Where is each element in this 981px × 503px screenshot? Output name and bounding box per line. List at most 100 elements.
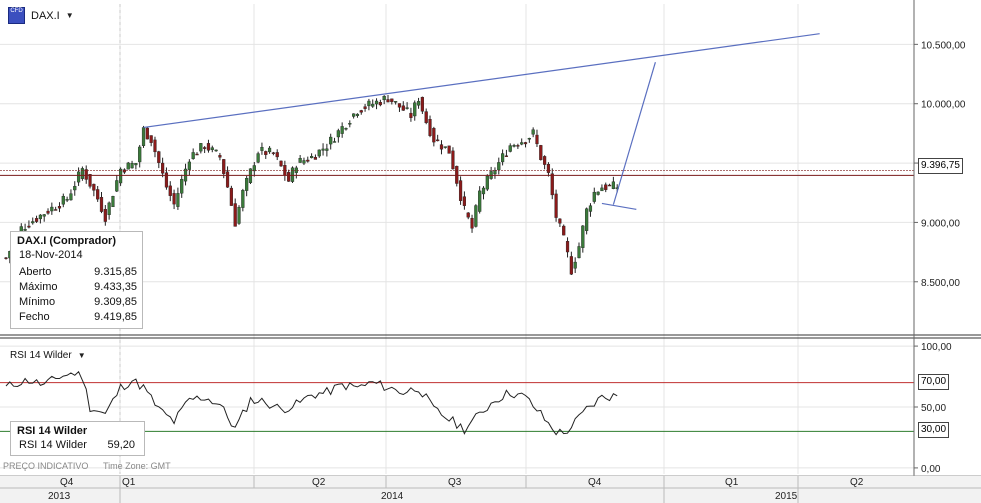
indicator-header[interactable]: RSI 14 Wilder ▼ [10,350,86,361]
candle-down [607,184,612,187]
candle-up [111,196,115,208]
candle-up [69,193,73,201]
tooltip-row: Aberto 9.315,85 [17,264,137,279]
candle-up [126,162,130,170]
candle-up [73,186,77,191]
y-tick-label: 10.000,00 [921,100,966,111]
candle-up [141,127,146,146]
candle-down [306,159,310,162]
x-tick-label-quarter: Q1 [725,477,739,488]
x-tick-label-quarter: Q2 [312,477,326,488]
candle-down [157,151,161,163]
symbol-name: DAX.I [31,9,60,22]
candle-up [340,126,344,134]
candle-up [573,261,577,269]
candle-down [195,153,199,156]
candle-down [504,155,509,157]
chevron-down-icon[interactable]: ▼ [78,351,86,360]
tooltip-title: DAX.I (Comprador) [17,235,116,247]
tooltip-row-value: 9.433,35 [94,281,137,293]
tooltip-row-value: 9.309,85 [94,296,137,308]
candle-up [512,145,516,147]
candle-down [558,218,562,224]
candle-up [394,101,398,103]
candle-down [168,185,172,196]
tooltip-row: Mínimo 9.309,85 [17,294,137,309]
candle-down [546,164,551,173]
candle-down [401,105,405,111]
timezone-label: Time Zone: GMT [103,461,171,471]
candle-up [374,100,379,105]
candle-up [600,187,604,192]
candle-down [378,102,382,106]
candle-up [588,205,593,212]
candle-down [424,111,428,123]
candle-up [581,225,585,248]
trendline [601,202,637,210]
candle-down [149,135,153,143]
trendlines [143,33,820,210]
candle-up [611,181,615,189]
candle-up [180,179,184,194]
trendline [143,33,820,129]
candle-down [466,212,470,218]
x-tick-label-quarter: Q1 [122,477,136,488]
candle-up [138,146,142,163]
candle-down [54,209,58,211]
rsi-tooltip-row: RSI 14 Wilder 59,20 [17,439,139,451]
x-tick-label-quarter: Q4 [60,477,74,488]
candle-up [237,206,241,224]
candle-down [397,103,402,108]
rsi-tooltip-value: 59,20 [107,439,135,451]
tooltip-row-label: Aberto [19,266,52,278]
chevron-down-icon[interactable]: ▼ [66,11,74,20]
candle-down [462,196,466,206]
candle-up [191,152,195,159]
candle-down [565,241,570,253]
candle-up [241,190,245,208]
candle-down [206,143,211,151]
candle-down [516,145,520,147]
rsi-tooltip: RSI 14 Wilder RSI 14 Wilder 59,20 [10,421,145,456]
candle-down [153,139,157,153]
candle-down [96,189,100,200]
candle-up [302,160,306,164]
candle-up [371,103,375,107]
candle-up [501,153,505,163]
candle-down [439,144,444,150]
candle-up [80,168,84,179]
candle-down [458,180,463,201]
candle-down [523,142,528,145]
symbol-header[interactable]: CFD DAX.I ▼ [8,7,74,24]
candle-up [310,156,314,159]
candle-up [527,137,531,140]
candle-down [229,187,233,206]
candle-down [92,183,96,191]
candle-up [592,191,596,202]
candle-up [176,193,180,207]
candle-up [520,142,524,145]
candle-down [363,106,367,109]
ohlc-tooltip: DAX.I (Comprador) 18-Nov-2014 Aberto 9.31… [10,231,143,329]
candle-up [76,171,81,183]
candle-down [539,145,543,161]
candle-up [329,136,333,145]
candle-down [84,169,88,180]
candle-up [115,180,119,192]
candle-up [38,214,42,220]
candle-down [34,218,39,222]
candle-down [436,139,440,142]
chart-canvas[interactable]: 8.500,009.000,009.500,0010.000,0010.500,… [0,0,981,503]
y-tick-label: 10.500,00 [921,40,966,51]
candle-down [409,112,413,118]
x-tick-label-quarter: Q3 [448,477,462,488]
x-tick-label-quarter: Q2 [850,477,864,488]
candle-down [225,171,230,188]
candle-up [508,145,512,152]
indicator-name: RSI 14 Wilder [10,350,72,361]
candle-up [348,123,352,125]
candle-up [585,208,589,231]
candle-up [596,191,600,195]
tooltip-row-value: 9.315,85 [94,266,137,278]
candle-up [332,141,337,143]
